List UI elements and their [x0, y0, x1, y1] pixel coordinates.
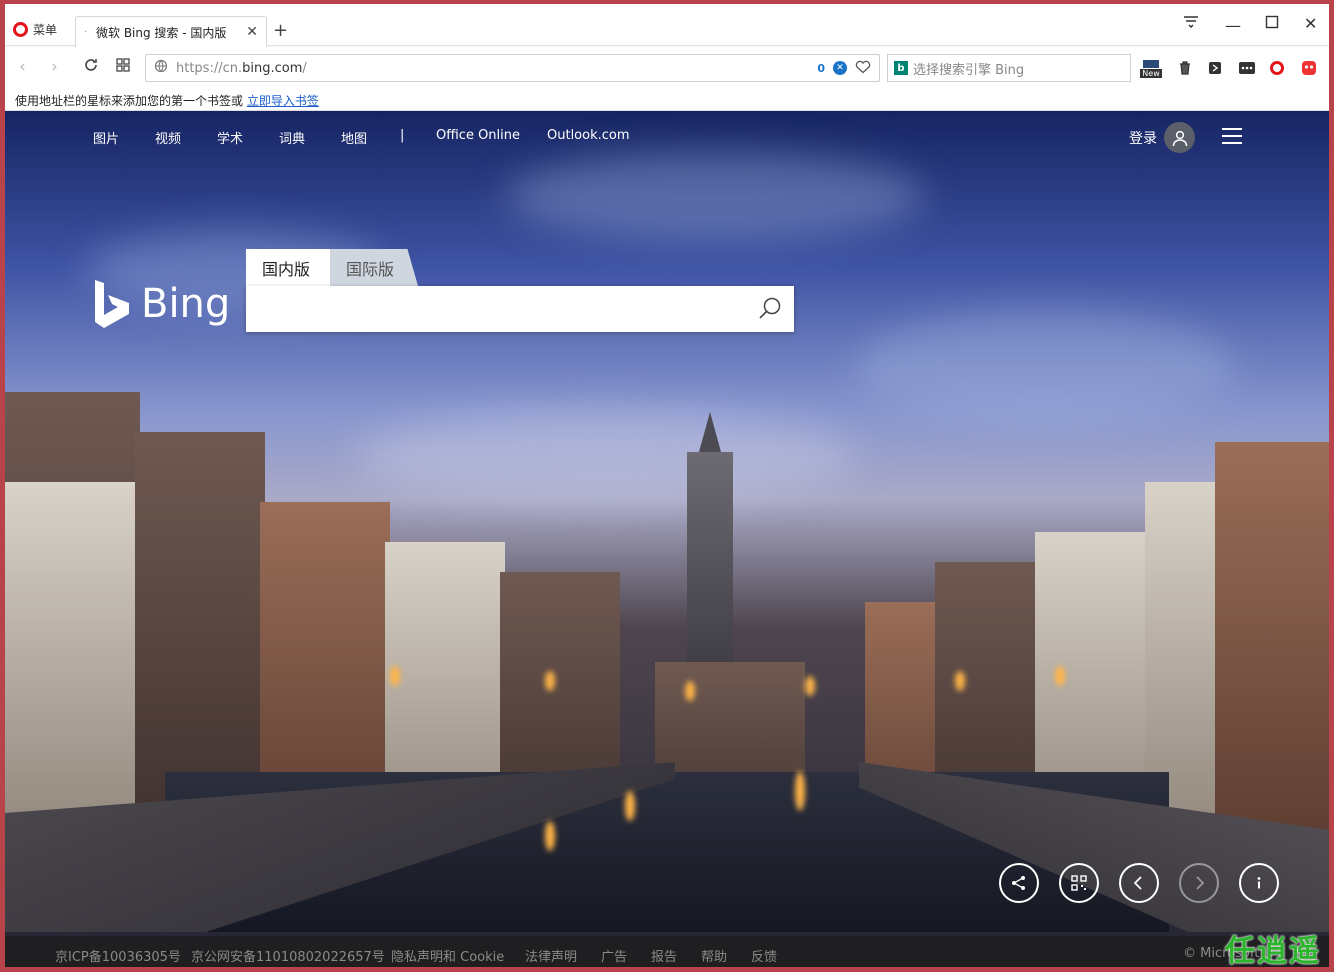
page-footer: 京ICP备10036305号 京公网安备11010802022657号 隐私声明… — [5, 936, 1329, 967]
search-icon[interactable] — [756, 295, 784, 323]
chevron-left-icon — [1133, 876, 1142, 890]
browser-window: 菜单 · 微软 Bing 搜索 - 国内版 ✕ + — ✕ ‹ › https:… — [0, 0, 1334, 972]
footer-police-record[interactable]: 京公网安备11010802022657号 — [191, 946, 385, 965]
info-icon — [1257, 877, 1261, 889]
bing-engine-icon: b — [894, 61, 908, 75]
menu-label: 菜单 — [33, 22, 58, 37]
nav-images[interactable]: 图片 — [93, 128, 119, 147]
globe-icon — [154, 59, 168, 77]
tab-title: 微软 Bing 搜索 - 国内版 — [96, 25, 227, 40]
avatar[interactable] — [1164, 122, 1195, 153]
opera-menu-button[interactable]: 菜单 — [13, 16, 57, 42]
nav-maps[interactable]: 地图 — [341, 128, 367, 147]
previous-image-button[interactable] — [1119, 863, 1159, 903]
bing-homepage: 图片 视频 学术 词典 地图 | Office Online Outlook.c… — [5, 111, 1329, 969]
footer-feedback[interactable]: 反馈 — [751, 946, 777, 965]
footer-privacy[interactable]: 隐私声明和 Cookie — [391, 946, 504, 965]
bing-b-icon — [95, 280, 129, 328]
bing-logo-text: Bing — [141, 281, 231, 327]
extension-dots-icon[interactable] — [1237, 58, 1257, 78]
tab-close-icon[interactable]: ✕ — [246, 24, 258, 40]
share-icon — [1012, 876, 1025, 890]
footer-help[interactable]: 帮助 — [701, 946, 727, 965]
tab-menu-icon[interactable] — [1183, 14, 1199, 33]
extension-dark-icon[interactable] — [1205, 58, 1225, 78]
nav-office-online[interactable]: Office Online — [436, 128, 520, 143]
reload-icon[interactable] — [83, 57, 99, 78]
search-scope-tabs: 国内版 国际版 — [246, 249, 418, 286]
back-icon[interactable]: ‹ — [19, 57, 26, 77]
tab-international[interactable]: 国际版 — [330, 249, 418, 286]
search-placeholder: 选择搜索引擎 Bing — [913, 62, 1025, 78]
user-icon — [1172, 130, 1187, 146]
bookmark-hint-text: 使用地址栏的星标来添加您的第一个书签或 — [15, 94, 244, 108]
next-image-button[interactable] — [1179, 863, 1219, 903]
tab-bar: 菜单 · 微软 Bing 搜索 - 国内版 ✕ + — ✕ — [5, 4, 1329, 47]
browser-search-field[interactable]: b 选择搜索引擎 Bing — [887, 54, 1131, 82]
url-text: https://cn.bing.com/ — [176, 60, 307, 76]
extension-red-icon[interactable] — [1299, 58, 1319, 78]
new-tab-button[interactable]: + — [273, 20, 288, 41]
nav-divider: | — [400, 128, 405, 143]
qr-code-icon — [1071, 875, 1087, 891]
footer-icp[interactable]: 京ICP备10036305号 — [55, 946, 181, 965]
footer-report[interactable]: 报告 — [651, 946, 677, 965]
tab-favicon-icon: · — [84, 26, 88, 38]
import-bookmarks-link[interactable]: 立即导入书签 — [247, 94, 319, 108]
bing-search-input[interactable] — [246, 286, 794, 332]
footer-legal[interactable]: 法律声明 — [525, 946, 577, 965]
nav-videos[interactable]: 视频 — [155, 128, 181, 147]
bookmarks-bar: 使用地址栏的星标来添加您的第一个书签或 立即导入书签 — [5, 89, 1329, 111]
chevron-right-icon — [1196, 876, 1205, 890]
forward-icon[interactable]: › — [51, 57, 58, 77]
minimize-icon[interactable]: — — [1225, 16, 1241, 35]
tab-domestic[interactable]: 国内版 — [246, 249, 330, 286]
footer-ads[interactable]: 广告 — [601, 946, 627, 965]
share-button[interactable] — [999, 863, 1039, 903]
tab-bing[interactable]: · 微软 Bing 搜索 - 国内版 ✕ — [75, 16, 267, 47]
opera-logo-icon — [13, 21, 28, 37]
watermark-text: 任逍遥 — [1225, 934, 1321, 969]
adblock-count: 0 — [817, 61, 825, 75]
hamburger-menu-icon[interactable] — [1222, 128, 1242, 149]
speed-dial-icon[interactable] — [115, 57, 131, 78]
opera-extension-icon[interactable] — [1267, 58, 1287, 78]
nav-outlook[interactable]: Outlook.com — [547, 128, 630, 143]
nav-academic[interactable]: 学术 — [217, 128, 243, 147]
nav-dictionary[interactable]: 词典 — [279, 128, 305, 147]
adblock-icon[interactable]: ✕ — [833, 61, 847, 75]
address-bar-row: ‹ › https://cn.bing.com/ 0 ✕ b 选择搜索引擎 Bi… — [5, 47, 1329, 89]
bookmark-heart-icon[interactable] — [855, 59, 871, 78]
extension-new-icon[interactable]: New — [1140, 58, 1162, 78]
qr-code-button[interactable] — [1059, 863, 1099, 903]
url-field[interactable]: https://cn.bing.com/ 0 ✕ — [145, 54, 880, 82]
image-info-button[interactable] — [1239, 863, 1279, 903]
bing-logo: Bing — [93, 278, 230, 330]
close-window-icon[interactable]: ✕ — [1304, 14, 1317, 33]
maximize-icon[interactable] — [1265, 14, 1279, 33]
trash-icon[interactable] — [1175, 58, 1195, 78]
login-link[interactable]: 登录 — [1129, 128, 1157, 148]
